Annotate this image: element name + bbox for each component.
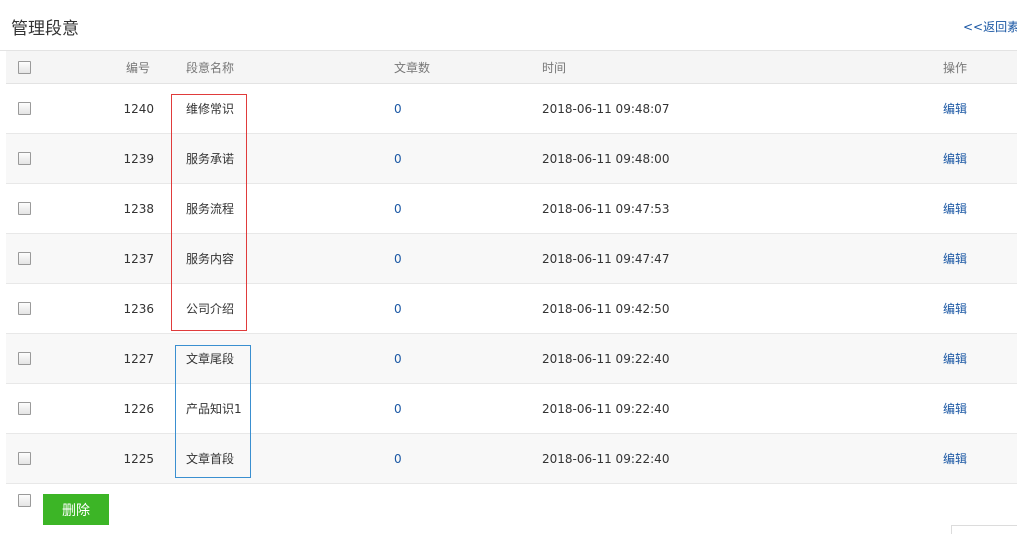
delete-button[interactable]: 删除	[43, 494, 109, 525]
row-checkbox[interactable]	[18, 102, 31, 115]
edit-link[interactable]: 编辑	[943, 284, 967, 333]
row-check-cell	[18, 234, 31, 283]
row-id: 1226	[123, 401, 154, 416]
page-header: 管理段意 <<返回素材	[0, 0, 1017, 51]
table-row: 1236 公司介绍 0 2018-06-11 09:42:50 编辑	[6, 284, 1017, 334]
row-check-cell	[18, 284, 31, 333]
row-id: 1239	[123, 151, 154, 166]
footer-select-all-checkbox[interactable]	[18, 494, 31, 507]
column-header-name: 段意名称	[186, 60, 235, 75]
row-article-count[interactable]: 0	[394, 434, 402, 483]
table-row: 1226 产品知识1 0 2018-06-11 09:22:40 编辑	[6, 384, 1017, 434]
row-name: 维修常识	[186, 102, 235, 116]
column-header-id: 编号	[126, 60, 151, 75]
row-time: 2018-06-11 09:48:00	[542, 151, 670, 166]
row-article-count[interactable]: 0	[394, 84, 402, 133]
row-time: 2018-06-11 09:22:40	[542, 351, 670, 366]
row-id: 1237	[123, 251, 154, 266]
row-check-cell	[18, 84, 31, 133]
table-row: 1238 服务流程 0 2018-06-11 09:47:53 编辑	[6, 184, 1017, 234]
footer-select-cell	[18, 494, 31, 507]
row-time: 2018-06-11 09:47:53	[542, 201, 670, 216]
edit-link[interactable]: 编辑	[943, 384, 967, 433]
row-checkbox[interactable]	[18, 202, 31, 215]
row-checkbox[interactable]	[18, 352, 31, 365]
row-check-cell	[18, 184, 31, 233]
row-id: 1240	[123, 101, 154, 116]
table-row: 1237 服务内容 0 2018-06-11 09:47:47 编辑	[6, 234, 1017, 284]
row-name: 文章尾段	[186, 352, 235, 366]
page-title: 管理段意	[11, 19, 79, 39]
row-time: 2018-06-11 09:22:40	[542, 401, 670, 416]
row-check-cell	[18, 334, 31, 383]
row-article-count[interactable]: 0	[394, 134, 402, 183]
row-check-cell	[18, 134, 31, 183]
edit-link[interactable]: 编辑	[943, 84, 967, 133]
table-row: 1227 文章尾段 0 2018-06-11 09:22:40 编辑	[6, 334, 1017, 384]
row-id: 1236	[123, 301, 154, 316]
back-to-material-link[interactable]: <<返回素材	[963, 18, 1017, 35]
row-name: 服务承诺	[186, 152, 235, 166]
row-time: 2018-06-11 09:47:47	[542, 251, 670, 266]
table-header: 编号 段意名称 文章数 时间 操作	[6, 51, 1017, 84]
column-header-operation: 操作	[943, 60, 968, 75]
row-id: 1225	[123, 451, 154, 466]
row-checkbox[interactable]	[18, 302, 31, 315]
row-name: 公司介绍	[186, 302, 235, 316]
edit-link[interactable]: 编辑	[943, 234, 967, 283]
row-time: 2018-06-11 09:22:40	[542, 451, 670, 466]
table-row: 1239 服务承诺 0 2018-06-11 09:48:00 编辑	[6, 134, 1017, 184]
edit-link[interactable]: 编辑	[943, 334, 967, 383]
row-name: 产品知识1	[186, 402, 242, 416]
column-header-time: 时间	[542, 60, 567, 75]
select-all-checkbox[interactable]	[18, 60, 31, 74]
row-name: 服务流程	[186, 202, 235, 216]
row-id: 1238	[123, 201, 154, 216]
row-checkbox[interactable]	[18, 152, 31, 165]
row-checkbox[interactable]	[18, 402, 31, 415]
row-article-count[interactable]: 0	[394, 184, 402, 233]
table-row: 1225 文章首段 0 2018-06-11 09:22:40 编辑	[6, 434, 1017, 484]
row-article-count[interactable]: 0	[394, 234, 402, 283]
row-time: 2018-06-11 09:42:50	[542, 301, 670, 316]
row-check-cell	[18, 434, 31, 483]
edit-link[interactable]: 编辑	[943, 184, 967, 233]
row-time: 2018-06-11 09:48:07	[542, 101, 670, 116]
row-article-count[interactable]: 0	[394, 334, 402, 383]
table-row: 1240 维修常识 0 2018-06-11 09:48:07 编辑	[6, 84, 1017, 134]
row-article-count[interactable]: 0	[394, 384, 402, 433]
row-check-cell	[18, 384, 31, 433]
select-all-cell	[18, 51, 31, 83]
row-id: 1227	[123, 351, 154, 366]
row-article-count[interactable]: 0	[394, 284, 402, 333]
edit-link[interactable]: 编辑	[943, 434, 967, 483]
row-checkbox[interactable]	[18, 252, 31, 265]
row-name: 服务内容	[186, 252, 235, 266]
column-header-count: 文章数	[394, 60, 431, 75]
segment-table: 编号 段意名称 文章数 时间 操作 1240 维修常识 0 2018-06-11…	[6, 51, 1017, 484]
edit-link[interactable]: 编辑	[943, 134, 967, 183]
row-checkbox[interactable]	[18, 452, 31, 465]
row-name: 文章首段	[186, 452, 235, 466]
